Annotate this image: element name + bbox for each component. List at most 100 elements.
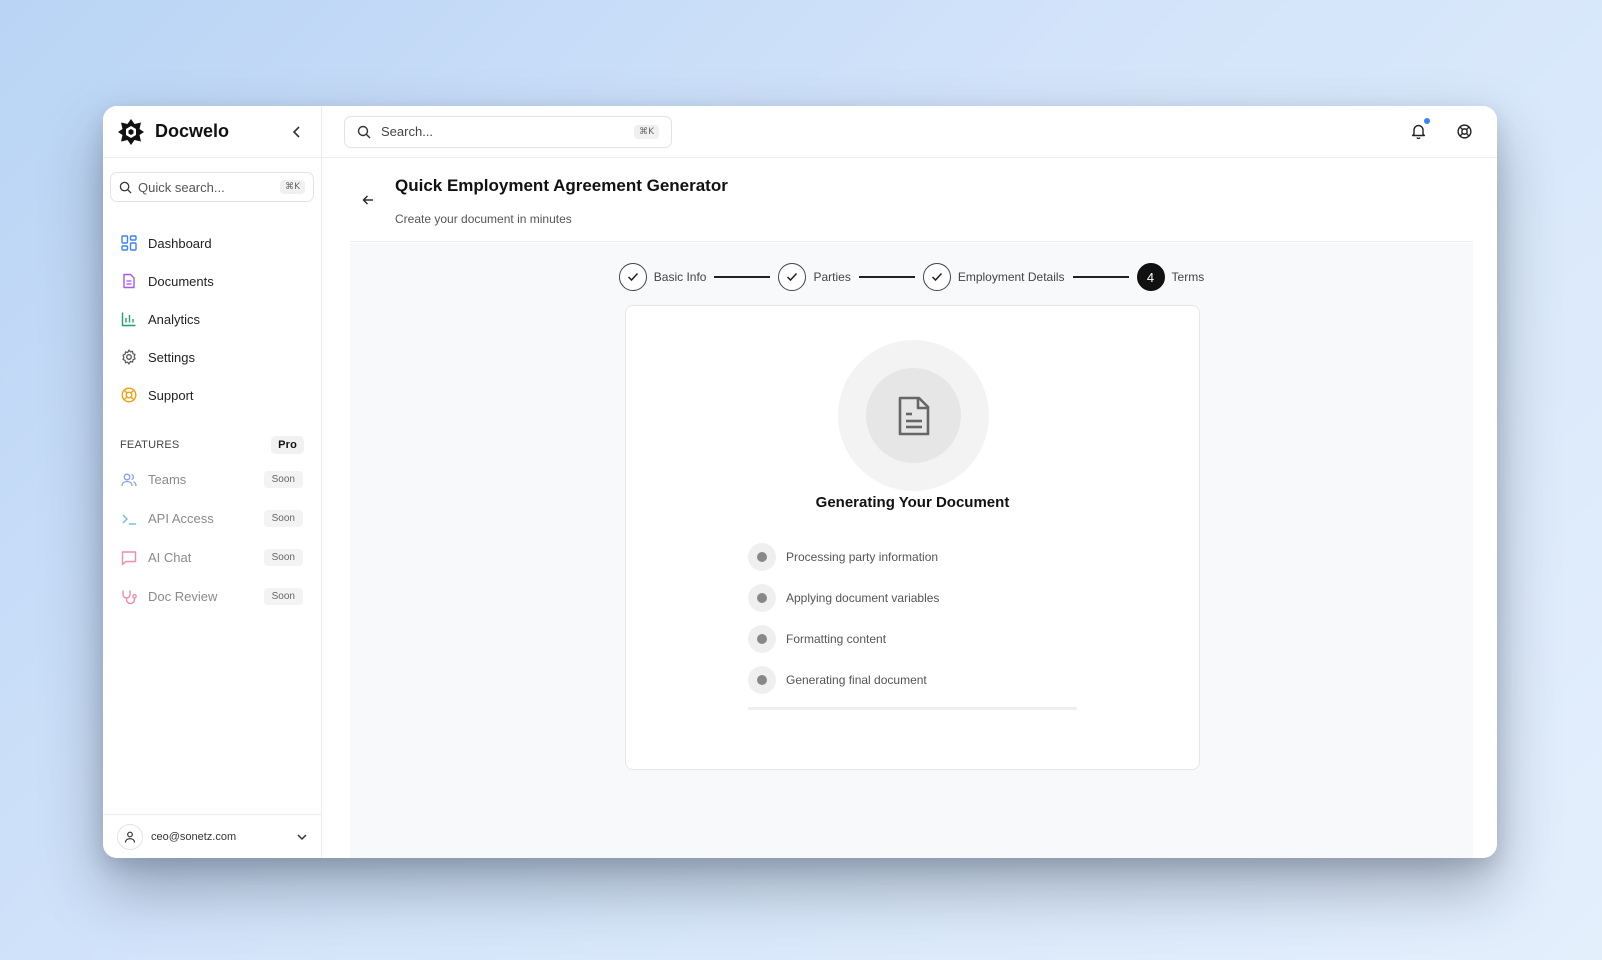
nav-item-documents[interactable]: Documents (103, 262, 321, 300)
soon-badge: Soon (263, 510, 303, 527)
logo-icon (118, 118, 144, 145)
step-connector (858, 276, 915, 278)
chevron-left-icon (292, 125, 300, 138)
step-label: Terms (1171, 270, 1205, 284)
step-basic-info[interactable]: Basic Info (618, 263, 707, 291)
main-nav: Dashboard Documents Analytics Settings S… (103, 224, 321, 414)
check-icon (922, 263, 951, 291)
shortcut-hint: ⌘K (634, 124, 659, 139)
feature-item-teams[interactable]: Teams Soon (103, 460, 321, 499)
lifebuoy-icon (1456, 123, 1472, 139)
pending-dot-icon (748, 583, 776, 612)
generation-title: Generating Your Document (815, 494, 1010, 511)
sidebar: Docwelo Quick search... ⌘K Dashboard Doc… (103, 106, 322, 858)
page-subtitle: Create your document in minutes (395, 212, 572, 226)
user-icon (124, 831, 136, 843)
feature-item-ai-chat[interactable]: AI Chat Soon (103, 538, 321, 577)
task-item: Applying document variables (748, 577, 939, 618)
nav-item-analytics[interactable]: Analytics (103, 300, 321, 338)
step-label: Basic Info (653, 270, 707, 284)
feature-label: Doc Review (148, 589, 218, 604)
help-button[interactable] (1453, 120, 1475, 142)
search-icon (119, 181, 132, 194)
app-name: Docwelo (155, 121, 230, 141)
task-item: Formatting content (748, 618, 939, 659)
notification-dot (1424, 118, 1430, 124)
chat-icon (121, 550, 137, 566)
user-email: ceo@sonetz.com (151, 830, 237, 843)
task-label: Applying document variables (786, 590, 940, 605)
stethoscope-icon (121, 589, 137, 605)
gear-icon (121, 349, 137, 365)
nav-label: Analytics (148, 311, 201, 327)
quick-search-input[interactable]: Quick search... ⌘K (110, 172, 314, 202)
document-icon (121, 273, 137, 289)
feature-label: AI Chat (148, 550, 192, 565)
step-terms[interactable]: 4 Terms (1136, 263, 1205, 291)
search-icon (357, 125, 371, 138)
step-number: 4 (1136, 263, 1165, 291)
bell-icon (1411, 124, 1425, 139)
feature-item-api-access[interactable]: API Access Soon (103, 499, 321, 538)
pending-dot-icon (748, 542, 776, 571)
nav-item-dashboard[interactable]: Dashboard (103, 224, 321, 262)
notifications-button[interactable] (1407, 118, 1430, 142)
file-text-icon (898, 396, 929, 435)
step-employment-details[interactable]: Employment Details (922, 263, 1065, 291)
quick-search-placeholder: Quick search... (138, 179, 225, 195)
task-label: Processing party information (786, 549, 939, 564)
topbar-actions (1407, 118, 1475, 142)
nav-label: Settings (148, 349, 195, 365)
topbar: Search... ⌘K (322, 106, 1497, 158)
analytics-icon (121, 311, 137, 327)
page-title: Quick Employment Agreement Generator (395, 176, 728, 195)
stepper: Basic Info Parties Employment Details 4 … (350, 263, 1473, 291)
terminal-icon (121, 511, 137, 527)
soon-badge: Soon (263, 549, 303, 566)
page-header: Quick Employment Agreement Generator Cre… (350, 158, 1473, 242)
users-icon (121, 472, 137, 488)
soon-badge: Soon (263, 471, 303, 488)
task-label: Generating final document (786, 672, 927, 687)
features-label: FEATURES (120, 439, 180, 451)
collapse-sidebar-button[interactable] (287, 122, 307, 142)
task-item: Generating final document (748, 659, 939, 700)
progress-bar (748, 707, 1077, 710)
lifebuoy-icon (121, 387, 137, 403)
step-connector (714, 276, 771, 278)
nav-label: Support (148, 387, 194, 403)
step-label: Employment Details (957, 270, 1065, 284)
search-placeholder: Search... (381, 124, 434, 139)
task-label: Formatting content (786, 631, 887, 646)
step-label: Parties (813, 270, 851, 284)
feature-label: Teams (148, 472, 187, 487)
pro-badge: Pro (271, 436, 304, 454)
shortcut-hint: ⌘K (280, 180, 305, 194)
features-list: Teams Soon API Access Soon AI Chat Soon (103, 460, 321, 616)
nav-item-support[interactable]: Support (103, 376, 321, 414)
features-heading: FEATURES Pro (103, 436, 321, 454)
feature-item-doc-review[interactable]: Doc Review Soon (103, 577, 321, 616)
check-icon (618, 263, 647, 291)
brand: Docwelo (103, 106, 321, 158)
nav-label: Dashboard (148, 235, 212, 251)
user-menu[interactable]: ceo@sonetz.com (103, 814, 321, 858)
nav-label: Documents (148, 273, 214, 289)
nav-item-settings[interactable]: Settings (103, 338, 321, 376)
task-item: Processing party information (748, 536, 939, 577)
generation-card: Generating Your Document Processing part… (625, 305, 1200, 770)
search-input[interactable]: Search... ⌘K (344, 115, 672, 148)
main-area: Search... ⌘K Quick Employment Agreement … (322, 106, 1497, 858)
back-button[interactable] (358, 190, 378, 210)
app-window: Docwelo Quick search... ⌘K Dashboard Doc… (103, 106, 1497, 858)
task-list: Processing party information Applying do… (748, 536, 939, 700)
step-connector (1072, 276, 1129, 278)
content-area: Basic Info Parties Employment Details 4 … (350, 243, 1473, 858)
feature-label: API Access (148, 511, 214, 526)
pending-dot-icon (748, 624, 776, 653)
check-icon (778, 263, 807, 291)
document-illustration (838, 340, 989, 491)
avatar (117, 823, 143, 850)
pending-dot-icon (748, 665, 776, 694)
step-parties[interactable]: Parties (778, 263, 851, 291)
